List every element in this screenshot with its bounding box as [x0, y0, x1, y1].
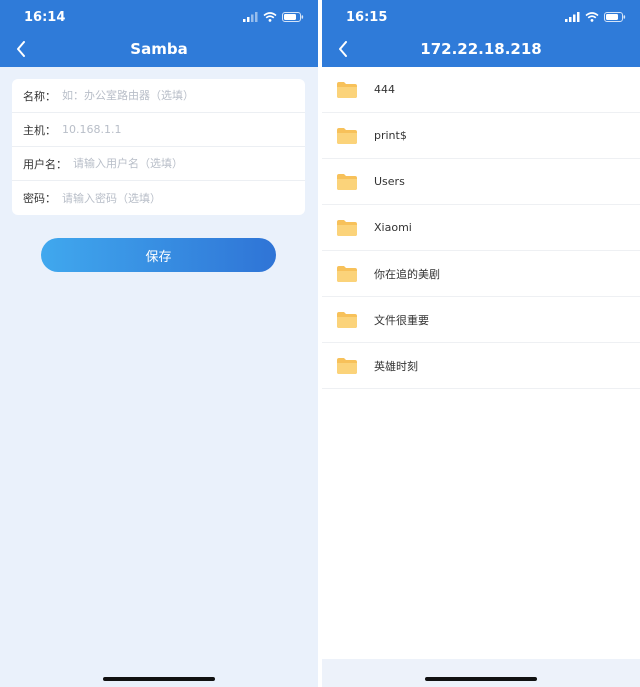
host-input[interactable] [62, 123, 305, 136]
form-row-password: 密码： [12, 181, 305, 215]
list-item[interactable]: 你在追的美剧 [322, 251, 640, 297]
name-input[interactable] [62, 89, 305, 102]
signal-icon [243, 12, 258, 22]
folder-name: Users [374, 175, 405, 188]
host-label: 主机： [23, 123, 56, 137]
bottom-safe-area [322, 659, 640, 687]
page-title: Samba [130, 40, 188, 58]
folder-icon [337, 219, 357, 236]
signal-icon [565, 12, 580, 22]
form-row-username: 用户名： [12, 147, 305, 181]
list-item[interactable]: Users [322, 159, 640, 205]
password-input[interactable] [62, 191, 305, 205]
username-label: 用户名： [23, 157, 67, 171]
page-title: 172.22.18.218 [420, 40, 542, 58]
folder-name: 文件很重要 [374, 313, 429, 327]
status-icons [243, 12, 304, 22]
name-label: 名称： [23, 89, 56, 103]
folder-name: 英雄时刻 [374, 359, 418, 373]
folder-icon [337, 311, 357, 328]
folder-icon [337, 357, 357, 374]
header: 16:14 Samba [0, 0, 318, 67]
folder-name: Xiaomi [374, 221, 412, 234]
home-indicator [425, 677, 537, 681]
wifi-icon [585, 12, 599, 22]
samba-form: 名称： 主机： 用户名： 密码： [12, 79, 305, 215]
list-item[interactable]: print$ [322, 113, 640, 159]
save-button[interactable]: 保存 [41, 238, 276, 272]
status-icons [565, 12, 626, 22]
folder-list: 444 print$ Users Xiaomi 你在追的美剧 文件很重要 英雄时… [322, 67, 640, 389]
list-item[interactable]: 文件很重要 [322, 297, 640, 343]
home-indicator [103, 677, 215, 681]
folder-icon [337, 173, 357, 190]
folder-name: print$ [374, 129, 407, 142]
list-item[interactable]: 英雄时刻 [322, 343, 640, 389]
form-row-host: 主机： [12, 113, 305, 147]
samba-browser-screen: 16:15 172.22.18.218 444 print$ Users Xia… [322, 0, 640, 687]
status-time: 16:14 [24, 10, 66, 25]
folder-icon [337, 265, 357, 282]
wifi-icon [263, 12, 277, 22]
app-root: 16:14 Samba 名称： 如：办公室路由器（选填） 主机： 10.168.… [0, 0, 640, 687]
folder-name: 你在追的美剧 [374, 267, 440, 281]
username-input[interactable] [73, 157, 305, 170]
password-label: 密码： [23, 192, 56, 205]
samba-form-screen: 16:14 Samba 名称： 如：办公室路由器（选填） 主机： 10.168.… [0, 0, 318, 687]
folder-name: 444 [374, 83, 395, 96]
header: 16:15 172.22.18.218 [322, 0, 640, 67]
status-time: 16:15 [346, 10, 388, 25]
battery-icon [282, 12, 304, 22]
form-row-name: 名称： [12, 79, 305, 113]
folder-icon [337, 81, 357, 98]
list-item[interactable]: Xiaomi [322, 205, 640, 251]
folder-icon [337, 127, 357, 144]
battery-icon [604, 12, 626, 22]
list-item[interactable]: 444 [322, 67, 640, 113]
